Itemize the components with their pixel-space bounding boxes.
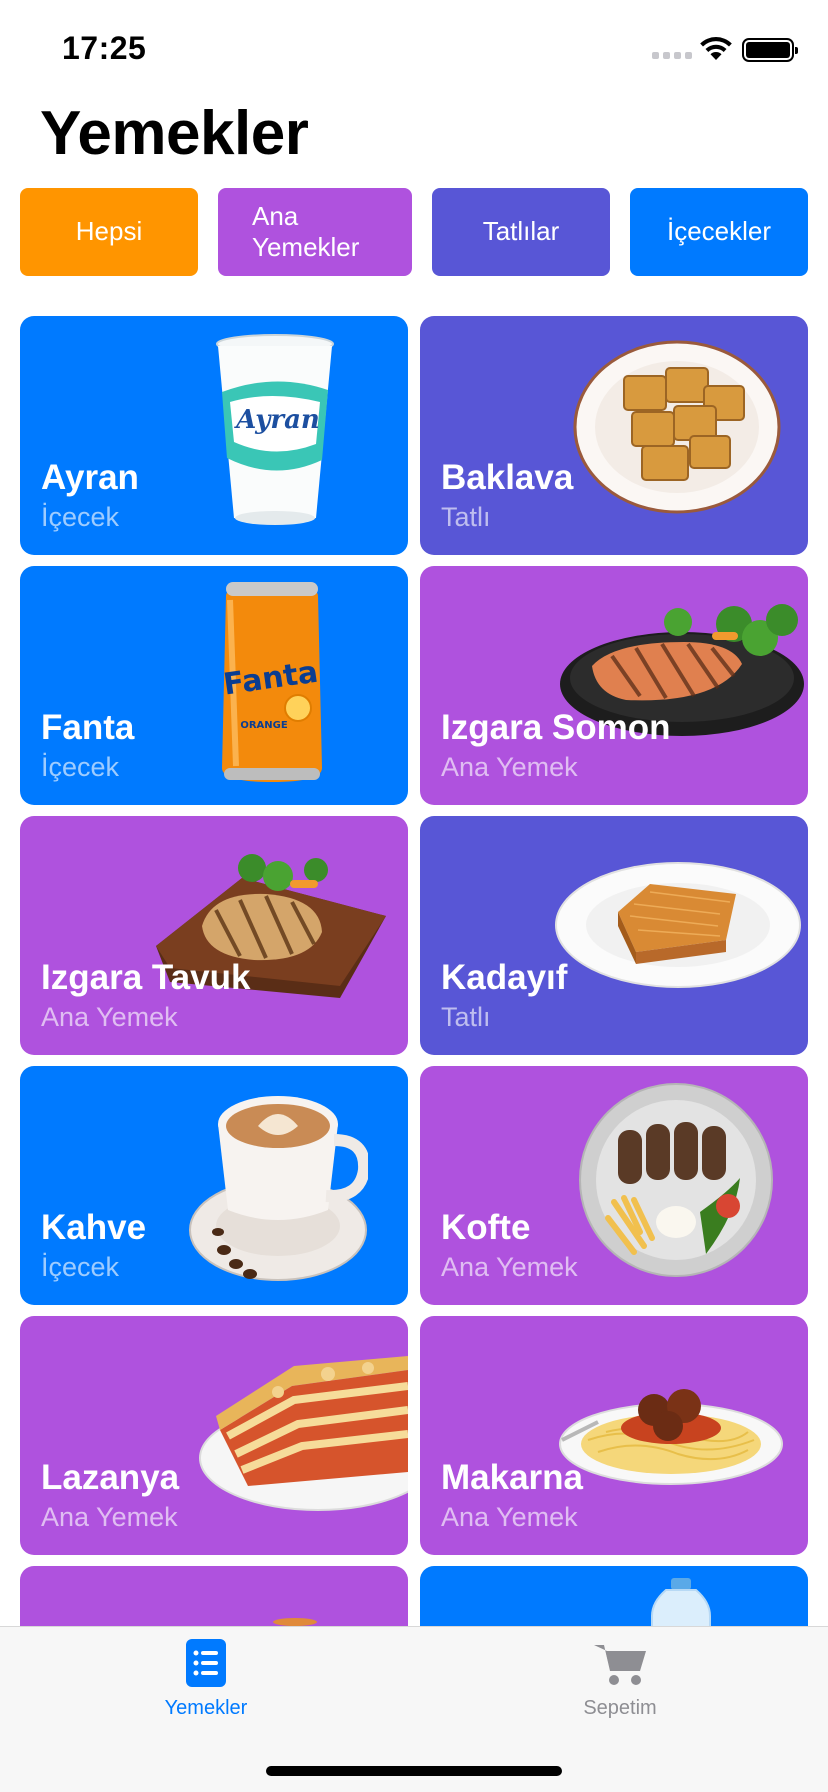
food-card-kadayif[interactable]: Kadayıf Tatlı	[420, 816, 808, 1055]
food-card-ayran[interactable]: Ayran Ayran İçecek	[20, 316, 408, 555]
cellular-signal-icon	[652, 52, 692, 59]
status-bar: 17:25	[0, 0, 828, 100]
tab-label: Yemekler	[164, 1697, 248, 1719]
tab-label: Sepetim	[583, 1697, 657, 1719]
list-icon	[186, 1639, 226, 1687]
battery-icon	[742, 38, 798, 62]
baklava-plate-icon	[573, 340, 781, 514]
food-name: Kahve	[41, 1208, 147, 1247]
filter-label: Hepsi	[75, 216, 143, 247]
food-category: Ana Yemek	[441, 1252, 578, 1282]
filter-all-button[interactable]: Hepsi	[20, 188, 198, 276]
food-card-kahve[interactable]: Kahve İçecek	[20, 1066, 408, 1305]
kofte-plate-icon	[579, 1083, 773, 1277]
food-name: Kofte	[441, 1208, 531, 1247]
food-name: Izgara Tavuk	[41, 958, 251, 997]
home-indicator[interactable]	[266, 1766, 562, 1776]
filter-desserts-button[interactable]: Tatlılar	[432, 188, 610, 276]
food-name: Lazanya	[41, 1458, 180, 1497]
lasagna-plate-icon	[199, 1356, 408, 1511]
food-name: Fanta	[41, 708, 135, 747]
food-card-baklava[interactable]: Baklava Tatlı	[420, 316, 808, 555]
food-image-partial-icon	[273, 1618, 317, 1626]
svg-text:Ayran: Ayran	[233, 405, 320, 435]
food-card-partial[interactable]	[420, 1566, 808, 1626]
food-card-lazanya[interactable]: Lazanya Ana Yemek	[20, 1316, 408, 1555]
status-time: 17:25	[62, 30, 147, 66]
food-grid-scroll[interactable]: Ayran Ayran İçecek Baklava Tatlı Fanta O…	[0, 316, 828, 1626]
food-name: Baklava	[441, 458, 574, 497]
food-category: Ana Yemek	[441, 752, 578, 782]
food-category: Tatlı	[441, 1002, 491, 1032]
food-name: Makarna	[441, 1458, 584, 1497]
food-category: Ana Yemek	[41, 1502, 178, 1532]
food-grid: Ayran Ayran İçecek Baklava Tatlı Fanta O…	[20, 316, 808, 1626]
filter-main-dishes-button[interactable]: Ana Yemekler	[218, 188, 412, 276]
food-card-partial[interactable]	[20, 1566, 408, 1626]
svg-text:ORANGE: ORANGE	[240, 720, 288, 731]
filter-label: Tatlılar	[482, 216, 560, 247]
category-filter-bar: Hepsi Ana Yemekler Tatlılar İçecekler	[20, 188, 808, 276]
food-category: Tatlı	[441, 502, 491, 532]
food-category: Ana Yemek	[41, 1002, 178, 1032]
fanta-can-icon: Fanta ORANGE	[221, 582, 322, 782]
filter-label: İçecekler	[666, 216, 772, 247]
food-card-kofte[interactable]: Kofte Ana Yemek	[420, 1066, 808, 1305]
water-bottle-icon	[651, 1578, 711, 1626]
food-card-izgara-tavuk[interactable]: Izgara Tavuk Ana Yemek	[20, 816, 408, 1055]
food-card-fanta[interactable]: Fanta ORANGE Fanta İçecek	[20, 566, 408, 805]
food-name: Izgara Somon	[441, 708, 671, 747]
wifi-icon	[700, 37, 732, 60]
cart-icon	[594, 1645, 646, 1685]
coffee-cup-icon	[189, 1096, 368, 1281]
filter-label: Ana Yemekler	[252, 200, 360, 262]
page-title: Yemekler	[40, 99, 309, 168]
food-card-makarna[interactable]: Makarna Ana Yemek	[420, 1316, 808, 1555]
food-name: Kadayıf	[441, 958, 568, 997]
tab-bar: Yemekler Sepetim	[0, 1626, 828, 1792]
pasta-plate-icon	[559, 1389, 783, 1485]
kadayif-plate-icon	[555, 862, 801, 988]
food-card-izgara-somon[interactable]: Izgara Somon Ana Yemek	[420, 566, 808, 805]
food-name: Ayran	[41, 458, 139, 497]
tab-sepetim[interactable]: Sepetim	[520, 1639, 720, 1720]
food-category: İçecek	[41, 1252, 120, 1282]
tab-yemekler[interactable]: Yemekler	[106, 1639, 306, 1720]
food-category: İçecek	[41, 502, 120, 532]
food-category: İçecek	[41, 752, 120, 782]
ayran-cup-icon: Ayran	[216, 334, 334, 525]
food-category: Ana Yemek	[441, 1502, 578, 1532]
filter-drinks-button[interactable]: İçecekler	[630, 188, 808, 276]
